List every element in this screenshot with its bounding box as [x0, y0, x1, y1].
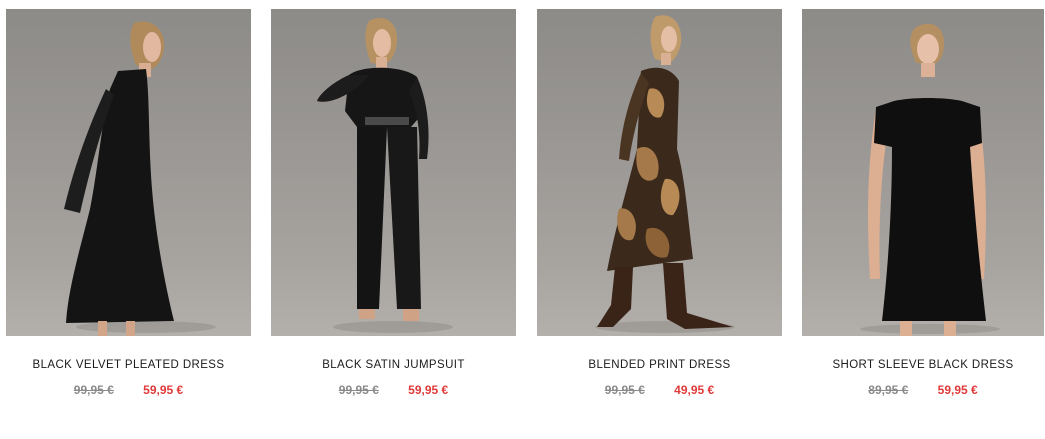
sale-price: 59,95 €: [143, 383, 184, 397]
product-card-blended-print-dress[interactable]: BLENDED PRINT DRESS 99,95 € 49,95 €: [537, 9, 782, 409]
product-card-black-satin-jumpsuit[interactable]: BLACK SATIN JUMPSUIT 99,95 € 59,95 €: [271, 9, 516, 409]
product-image[interactable]: [271, 9, 516, 336]
product-image[interactable]: [6, 9, 251, 336]
model-in-black-pleated-dress-icon: [64, 21, 216, 336]
product-grid: BLACK VELVET PLEATED DRESS 99,95 € 59,95…: [0, 0, 1045, 439]
product-title[interactable]: SHORT SLEEVE BLACK DRESS: [802, 359, 1044, 371]
original-price: 89,95 €: [868, 383, 909, 397]
product-image[interactable]: [537, 9, 782, 336]
sale-price: 59,95 €: [408, 383, 449, 397]
product-card-short-sleeve-black-dress[interactable]: SHORT SLEEVE BLACK DRESS 89,95 € 59,95 €: [802, 9, 1044, 409]
product-prices: 99,95 € 59,95 €: [6, 383, 251, 397]
product-prices: 99,95 € 59,95 €: [271, 383, 516, 397]
original-price: 99,95 €: [604, 383, 645, 397]
product-prices: 99,95 € 49,95 €: [537, 383, 782, 397]
product-card-black-velvet-pleated-dress[interactable]: BLACK VELVET PLEATED DRESS 99,95 € 59,95…: [6, 9, 251, 409]
product-title[interactable]: BLENDED PRINT DRESS: [537, 359, 782, 371]
product-title[interactable]: BLACK VELVET PLEATED DRESS: [6, 359, 251, 371]
product-prices: 89,95 € 59,95 €: [802, 383, 1044, 397]
original-price: 99,95 €: [338, 383, 379, 397]
sale-price: 59,95 €: [937, 383, 978, 397]
model-in-black-satin-jumpsuit-icon: [317, 17, 453, 333]
product-image[interactable]: [802, 9, 1044, 336]
model-in-print-dress-icon: [595, 15, 735, 333]
model-in-short-sleeve-dress-icon: [860, 23, 1000, 336]
product-title[interactable]: BLACK SATIN JUMPSUIT: [271, 359, 516, 371]
original-price: 99,95 €: [73, 383, 114, 397]
sale-price: 49,95 €: [674, 383, 715, 397]
